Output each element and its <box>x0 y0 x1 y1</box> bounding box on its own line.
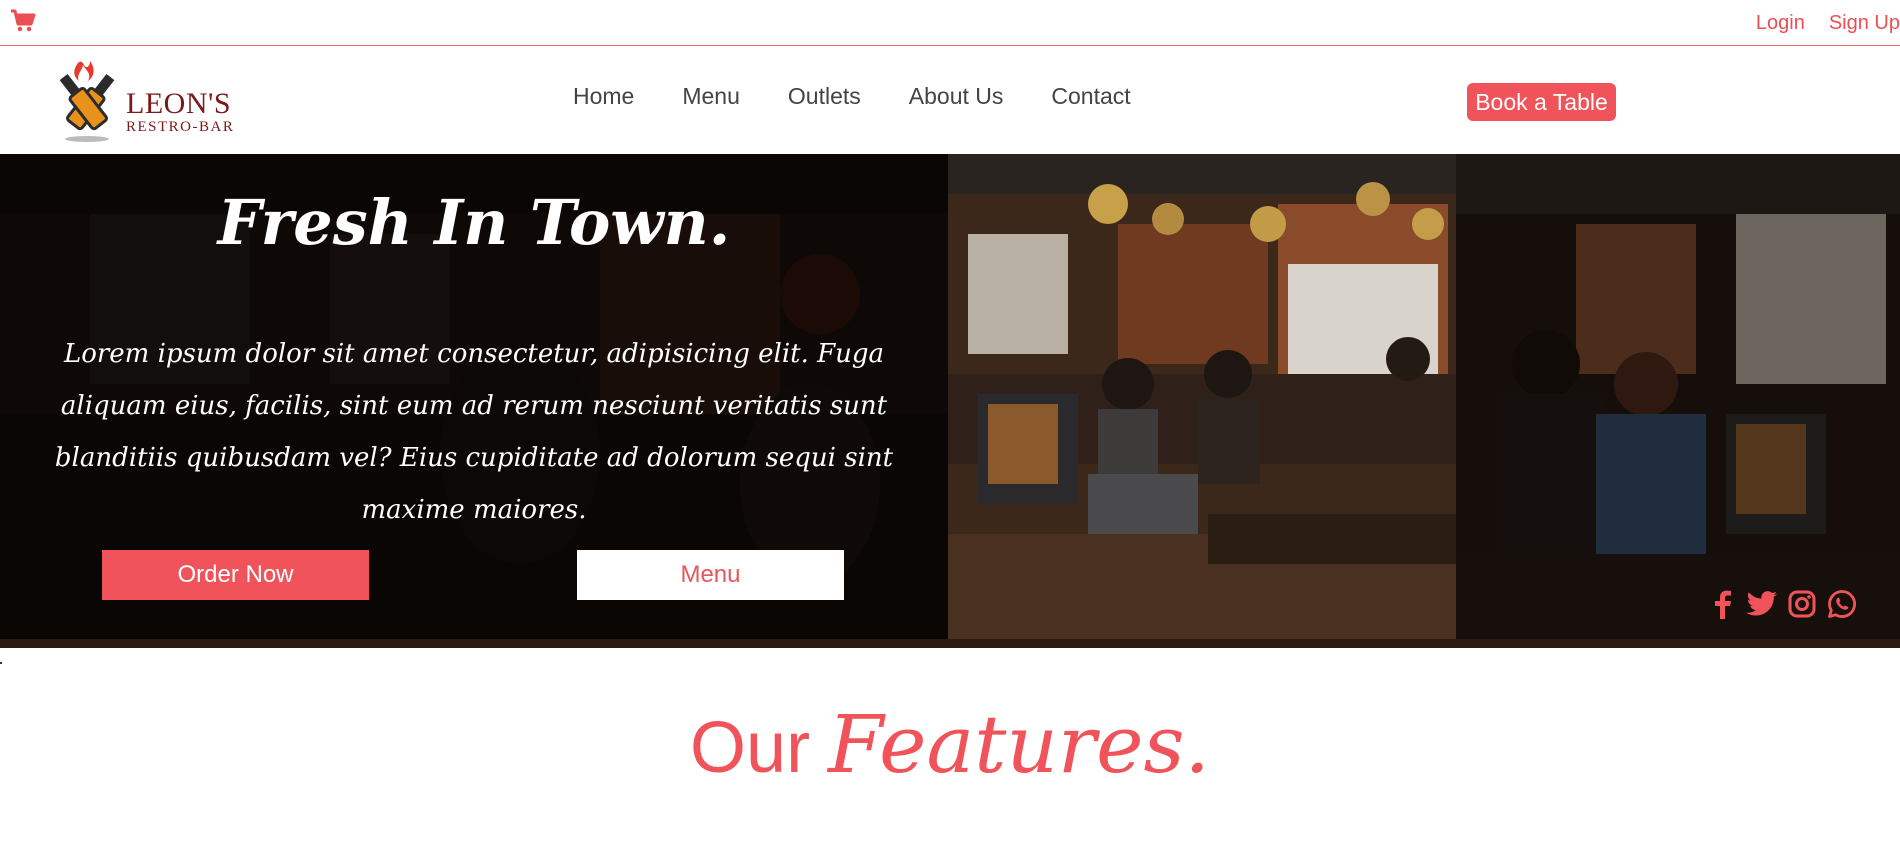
hero-menu-button[interactable]: Menu <box>577 550 844 600</box>
main-navbar: LEON'S RESTRO-BAR Home Menu Outlets Abou… <box>0 47 1900 154</box>
crossed-bottles-logo-icon <box>59 61 115 142</box>
auth-links: Login Sign Up <box>1732 0 1900 46</box>
hero-description: Lorem ipsum dolor sit amet consectetur, … <box>54 339 894 525</box>
login-link[interactable]: Login <box>1756 12 1805 35</box>
whatsapp-icon[interactable] <box>1826 588 1858 620</box>
hero-title: Fresh In Town. <box>217 186 731 259</box>
top-bar: Login Sign Up <box>0 0 1900 46</box>
restaurant-guests-image <box>1456 154 1900 648</box>
book-table-button[interactable]: Book a Table <box>1467 83 1616 121</box>
nav-home[interactable]: Home <box>573 83 634 110</box>
signup-link[interactable]: Sign Up <box>1829 12 1900 35</box>
facebook-icon[interactable] <box>1706 588 1738 620</box>
social-links <box>1706 588 1858 620</box>
features-heading: Our Features. <box>0 698 1900 791</box>
features-heading-script: Features. <box>828 698 1210 791</box>
nav-outlets[interactable]: Outlets <box>788 83 861 110</box>
nav-about-us[interactable]: About Us <box>909 83 1004 110</box>
features-heading-plain: Our <box>690 708 811 788</box>
order-now-button[interactable]: Order Now <box>102 550 369 600</box>
nav-menu[interactable]: Menu <box>682 83 740 110</box>
restaurant-interior-image <box>948 154 1456 648</box>
instagram-icon[interactable] <box>1786 588 1818 620</box>
nav-links: Home Menu Outlets About Us Contact <box>573 83 1179 110</box>
nav-contact[interactable]: Contact <box>1051 83 1130 110</box>
shopping-cart-icon[interactable] <box>10 9 36 33</box>
brand-name: LEON'S <box>126 87 232 120</box>
brand-logo[interactable]: LEON'S RESTRO-BAR <box>52 57 252 143</box>
hero-bottom-strip <box>0 639 1900 648</box>
hero-section: Fresh In Town. Lorem ipsum dolor sit ame… <box>0 154 1900 648</box>
twitter-icon[interactable] <box>1746 588 1778 620</box>
brand-tagline: RESTRO-BAR <box>126 119 235 135</box>
stray-dot <box>0 662 2 664</box>
